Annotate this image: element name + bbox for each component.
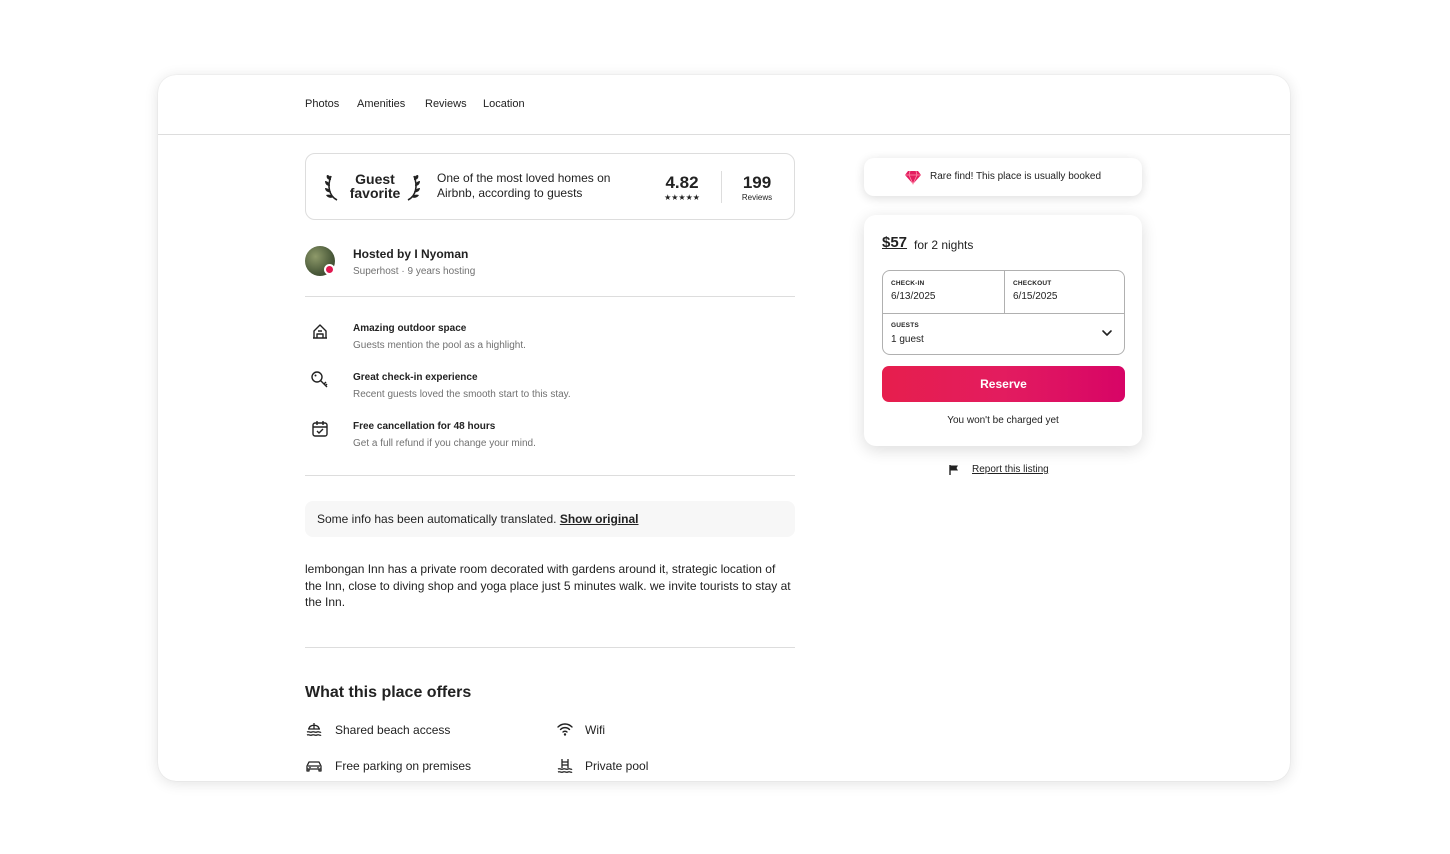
outdoor-space-icon xyxy=(313,324,327,339)
guests-dropdown[interactable]: GUESTS 1 guest xyxy=(883,314,1124,354)
divider xyxy=(305,296,795,297)
translation-notice: Some info has been automatically transla… xyxy=(305,501,795,537)
checkin-value: 6/13/2025 xyxy=(891,291,936,302)
calendar-icon xyxy=(312,421,328,437)
reviews-label[interactable]: Reviews xyxy=(734,193,780,202)
amenity-label: Shared beach access xyxy=(335,723,451,737)
guests-value: 1 guest xyxy=(891,334,924,345)
diamond-icon xyxy=(905,170,921,185)
highlight-subtitle: Get a full refund if you change your min… xyxy=(353,438,536,449)
date-guest-picker: CHECK-IN 6/13/2025 CHECKOUT 6/15/2025 GU… xyxy=(882,270,1125,355)
guest-favorite-description: One of the most loved homes on Airbnb, a… xyxy=(437,171,611,200)
translation-text: Some info has been automatically transla… xyxy=(317,512,557,526)
checkout-label: CHECKOUT xyxy=(1013,280,1052,287)
flag-icon xyxy=(949,465,958,475)
guest-favorite-card[interactable]: Guest favorite One of the most loved hom… xyxy=(305,153,795,220)
wifi-icon xyxy=(557,723,573,736)
checkout-field[interactable]: CHECKOUT 6/15/2025 xyxy=(1005,271,1124,313)
highlight-title: Free cancellation for 48 hours xyxy=(353,421,496,432)
rating-stars: ★★★★★ xyxy=(664,193,700,202)
checkin-label: CHECK-IN xyxy=(891,280,925,287)
chevron-down-icon[interactable] xyxy=(1101,327,1113,339)
translation-text-wrap: Some info has been automatically transla… xyxy=(317,512,639,526)
no-charge-note: You won't be charged yet xyxy=(947,415,1059,426)
tab-amenities[interactable]: Amenities xyxy=(357,98,405,110)
checkout-value: 6/15/2025 xyxy=(1013,291,1058,302)
car-icon xyxy=(306,761,322,772)
guests-label: GUESTS xyxy=(891,322,919,329)
highlight-subtitle: Recent guests loved the smooth start to … xyxy=(353,389,571,400)
highlight-title: Amazing outdoor space xyxy=(353,323,467,334)
amenity-label: Free parking on premises xyxy=(335,759,472,773)
guest-favorite-title-line2: favorite xyxy=(349,185,401,201)
offers-title: What this place offers xyxy=(305,684,472,701)
tab-reviews[interactable]: Reviews xyxy=(425,98,467,110)
price[interactable]: $57 xyxy=(882,234,907,251)
review-count[interactable]: 199 xyxy=(734,173,780,193)
amenity-label: Wifi xyxy=(585,723,605,737)
section-nav: Photos Amenities Reviews Location xyxy=(158,75,1290,135)
pool-icon xyxy=(557,759,573,773)
guest-favorite-title: Guest favorite xyxy=(347,172,403,200)
checkin-field[interactable]: CHECK-IN 6/13/2025 xyxy=(883,271,1004,313)
price-nights: for 2 nights xyxy=(914,238,974,252)
listing-window: Photos Amenities Reviews Location Guest … xyxy=(158,75,1290,781)
booking-card: $57 for 2 nights CHECK-IN 6/13/2025 CHEC… xyxy=(864,215,1142,446)
rare-find-text: Rare find! This place is usually booked xyxy=(930,171,1102,182)
laurel-left-icon xyxy=(325,175,338,201)
laurel-right-icon xyxy=(407,175,420,201)
tab-photos[interactable]: Photos xyxy=(305,98,339,110)
show-original-link[interactable]: Show original xyxy=(560,512,639,526)
superhost-badge-icon xyxy=(324,264,335,275)
divider xyxy=(721,171,722,203)
host-name: Hosted by I Nyoman xyxy=(353,247,469,261)
reserve-button[interactable]: Reserve xyxy=(882,366,1125,402)
key-icon xyxy=(311,371,328,388)
highlight-title: Great check-in experience xyxy=(353,372,478,383)
amenity-label: Private pool xyxy=(585,759,649,773)
divider xyxy=(305,475,795,476)
beach-icon xyxy=(306,723,322,736)
listing-description: lembongan Inn has a private room decorat… xyxy=(305,562,791,609)
tab-location[interactable]: Location xyxy=(483,98,525,110)
report-listing-link[interactable]: Report this listing xyxy=(972,464,1049,475)
divider xyxy=(305,647,795,648)
rare-find-card: Rare find! This place is usually booked xyxy=(864,158,1142,196)
rating-value: 4.82 xyxy=(665,173,699,192)
guest-favorite-title-line1: Guest xyxy=(355,171,395,187)
host-subtitle: Superhost · 9 years hosting xyxy=(353,266,476,277)
highlight-subtitle: Guests mention the pool as a highlight. xyxy=(353,340,526,351)
